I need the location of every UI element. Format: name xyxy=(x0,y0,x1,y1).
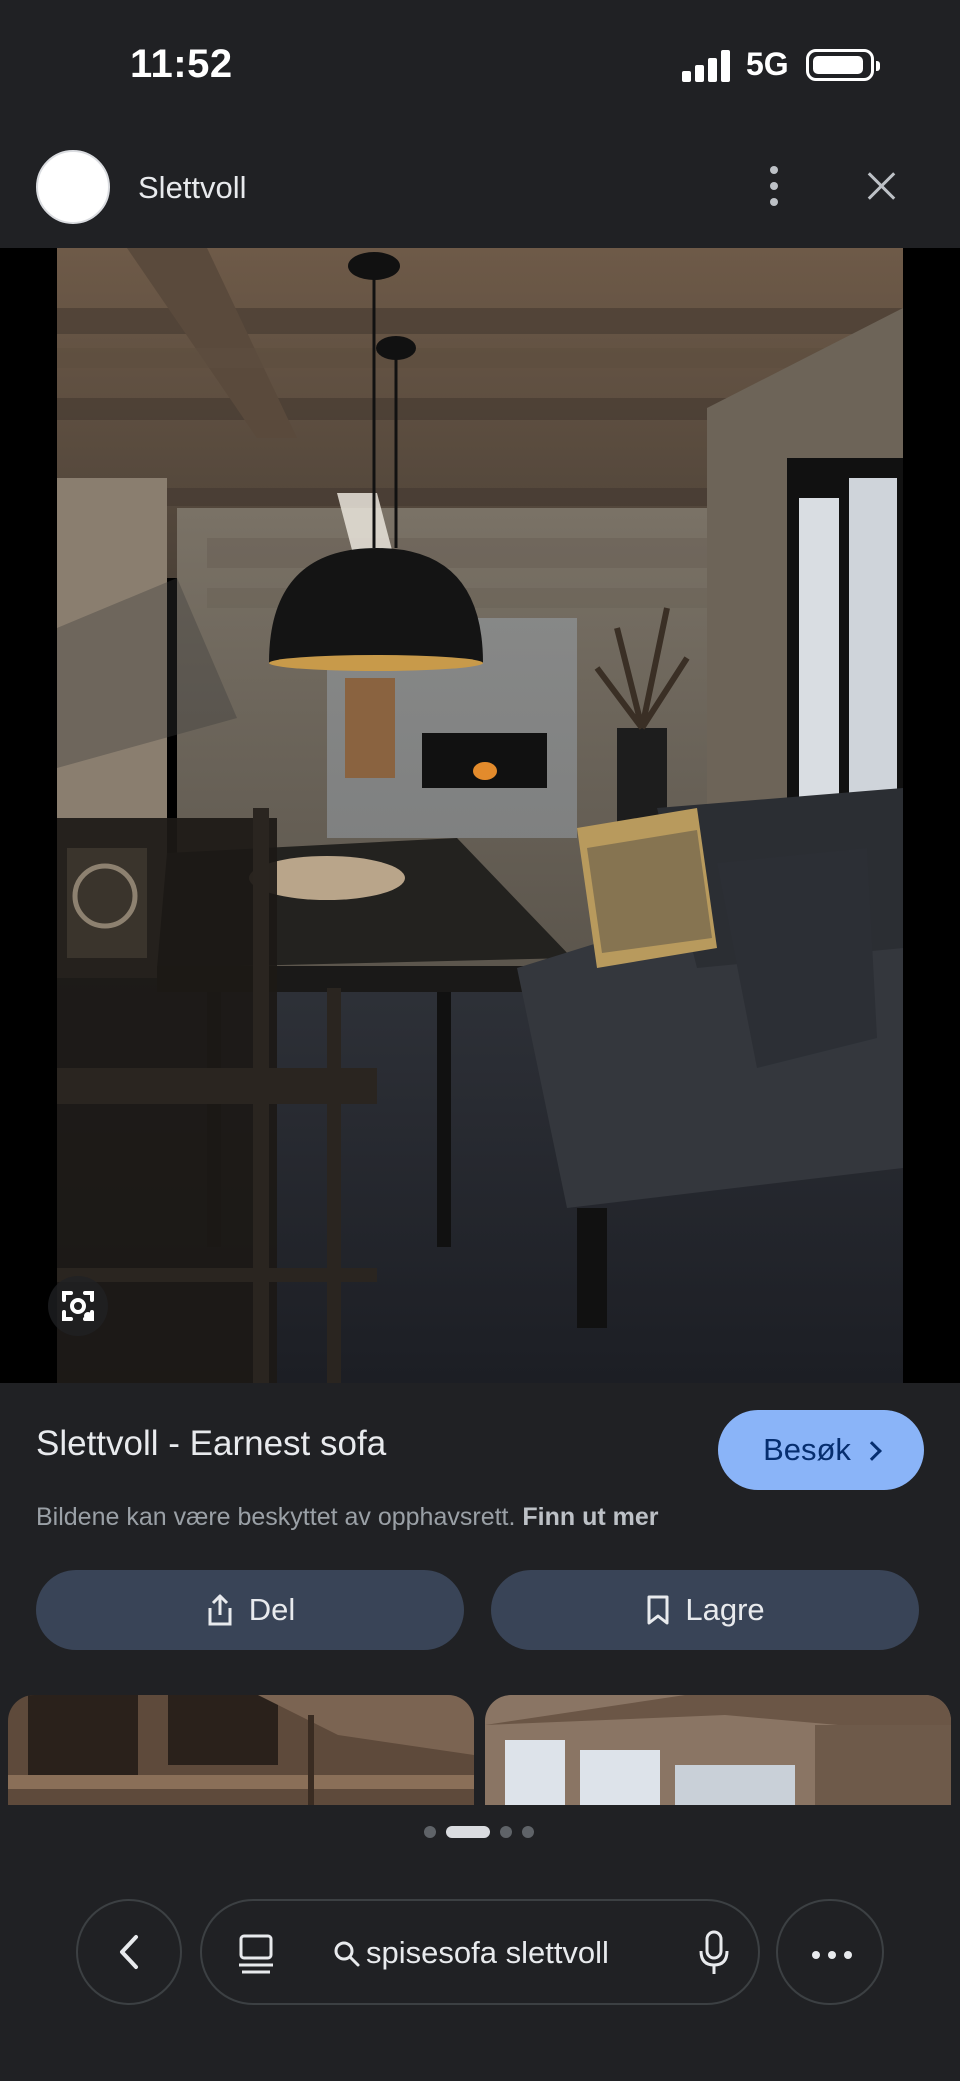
bookmark-icon xyxy=(647,1595,669,1625)
copyright-text: Bildene kan være beskyttet av opphavsret… xyxy=(36,1503,516,1531)
result-title: Slettvoll - Earnest sofa xyxy=(36,1424,387,1463)
tab-switcher-icon[interactable] xyxy=(236,1931,276,1975)
image-viewer xyxy=(0,248,960,1383)
status-time: 11:52 xyxy=(130,42,233,86)
share-button[interactable]: Del xyxy=(36,1570,464,1650)
status-bar: 11:52 5G xyxy=(0,0,960,130)
related-image-thumbnail[interactable] xyxy=(8,1695,474,1805)
more-menu-button[interactable] xyxy=(776,1899,884,2005)
more-options-icon[interactable] xyxy=(752,158,796,214)
main-image[interactable] xyxy=(57,248,903,1383)
search-icon xyxy=(334,1941,360,1967)
carousel-page-indicator xyxy=(424,1826,536,1840)
chevron-right-icon xyxy=(862,1441,882,1461)
visit-button[interactable]: Besøk xyxy=(718,1410,924,1490)
source-avatar[interactable] xyxy=(36,150,110,224)
chevron-left-icon xyxy=(120,1935,138,1969)
search-query[interactable]: spisesofa slettvoll xyxy=(366,1935,609,1971)
back-button[interactable] xyxy=(76,1899,182,2005)
share-icon xyxy=(208,1594,232,1626)
signal-icon xyxy=(682,50,732,82)
microphone-icon[interactable] xyxy=(696,1929,732,1977)
share-label: Del xyxy=(248,1592,296,1627)
source-name[interactable]: Slettvoll xyxy=(138,170,247,206)
close-icon[interactable] xyxy=(854,158,910,214)
save-label: Lagre xyxy=(685,1592,765,1627)
lens-icon[interactable] xyxy=(48,1276,108,1336)
search-bar[interactable]: spisesofa slettvoll xyxy=(200,1899,760,2005)
save-button[interactable]: Lagre xyxy=(491,1570,919,1650)
network-type: 5G xyxy=(746,46,789,82)
copyright-notice: Bildene kan være beskyttet av opphavsret… xyxy=(36,1503,659,1532)
visit-label: Besøk xyxy=(763,1432,851,1467)
related-image-thumbnail[interactable] xyxy=(485,1695,951,1805)
battery-icon xyxy=(806,49,880,81)
source-header: Slettvoll xyxy=(0,140,960,248)
learn-more-link[interactable]: Finn ut mer xyxy=(522,1503,658,1531)
battery-fill xyxy=(813,56,863,74)
